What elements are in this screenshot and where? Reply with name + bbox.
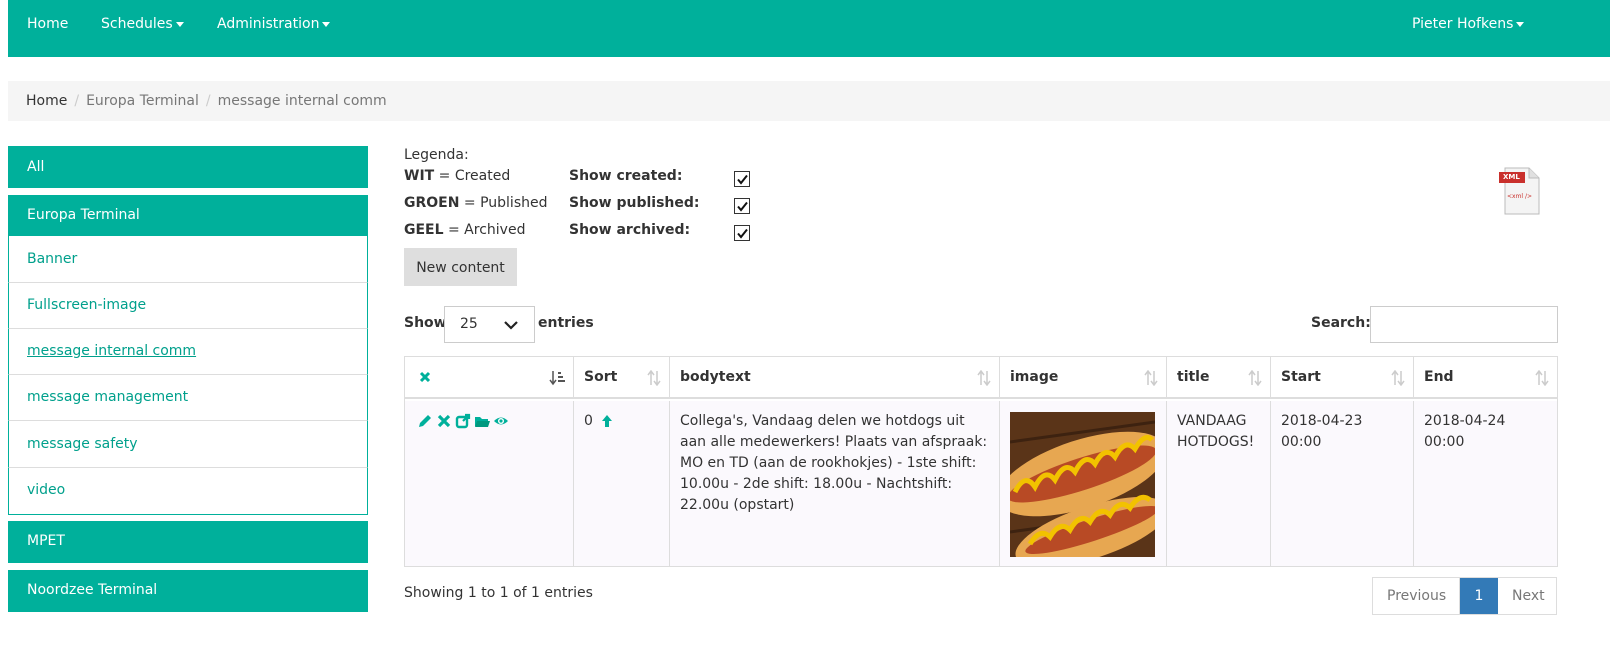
- sort-value: 0: [584, 413, 593, 429]
- preview-eye-icon[interactable]: [493, 413, 509, 429]
- legend-title: Legenda:: [404, 147, 469, 163]
- checkmark-icon: [737, 201, 748, 212]
- column-header-end-label: End: [1424, 369, 1454, 385]
- column-header-title[interactable]: title: [1167, 357, 1271, 399]
- sidebar-item-message-internal-comm[interactable]: message internal comm: [8, 329, 368, 375]
- show-published-checkbox[interactable]: [734, 198, 750, 214]
- table-row-image-cell: [1000, 401, 1167, 566]
- breadcrumb-terminal[interactable]: Europa Terminal: [86, 93, 199, 109]
- pagination-previous[interactable]: Previous: [1373, 578, 1460, 614]
- sidebar-group-mpet[interactable]: MPET: [8, 521, 368, 563]
- breadcrumb-separator: /: [74, 93, 80, 109]
- sidebar-group-all[interactable]: All: [8, 146, 368, 188]
- legend-groen: GROEN = Published: [404, 195, 548, 211]
- pagination-page-1[interactable]: 1: [1460, 578, 1498, 614]
- nav-administration-dropdown[interactable]: Administration: [217, 0, 331, 57]
- edit-icon[interactable]: [417, 413, 433, 429]
- sort-both-icon: [1248, 370, 1262, 386]
- legend-wit: WIT = Created: [404, 168, 510, 184]
- sidebar-group-noordzee-terminal[interactable]: Noordzee Terminal: [8, 570, 368, 612]
- table-row-bodytext: Collega's, Vandaag delen we hotdogs uit …: [670, 401, 1000, 566]
- checkmark-icon: [737, 174, 748, 185]
- search-label: Search:: [1311, 315, 1371, 331]
- xml-export-icon[interactable]: XML <xml />: [1497, 166, 1541, 216]
- show-published-label: Show published:: [569, 195, 700, 211]
- sort-both-icon: [1144, 370, 1158, 386]
- column-header-title-label: title: [1177, 369, 1210, 385]
- hotdog-image: [1010, 412, 1155, 557]
- pagination: Previous 1 Next: [1372, 577, 1557, 615]
- breadcrumb-separator: /: [205, 93, 211, 109]
- legend-geel-key: GEEL: [404, 222, 444, 238]
- show-archived-checkbox[interactable]: [734, 225, 750, 241]
- nav-home[interactable]: Home: [27, 0, 68, 57]
- caret-down-icon: [1516, 21, 1525, 27]
- breadcrumb: Home / Europa Terminal / message internal co…: [8, 81, 1610, 121]
- table-row-start: 2018-04-23 00:00: [1271, 401, 1414, 566]
- legend-wit-key: WIT: [404, 168, 435, 184]
- column-header-actions[interactable]: [405, 357, 574, 399]
- length-entries-label: entries: [538, 315, 594, 331]
- column-header-sort-label: Sort: [584, 369, 618, 385]
- nav-administration-label: Administration: [217, 16, 320, 32]
- sort-both-icon: [647, 370, 661, 386]
- xml-tag-label: <xml />: [1507, 193, 1533, 200]
- folder-icon[interactable]: [474, 413, 490, 429]
- legend-groen-key: GROEN: [404, 195, 460, 211]
- column-header-bodytext-label: bodytext: [680, 369, 751, 385]
- column-header-image[interactable]: image: [1000, 357, 1167, 399]
- column-header-image-label: image: [1010, 369, 1059, 385]
- caret-down-icon: [175, 21, 184, 27]
- column-header-start[interactable]: Start: [1271, 357, 1414, 399]
- search-input[interactable]: [1370, 306, 1558, 343]
- sidebar-item-fullscreen-image[interactable]: Fullscreen-image: [8, 283, 368, 329]
- sort-both-icon: [1535, 370, 1549, 386]
- sidebar-item-message-safety[interactable]: message safety: [8, 421, 368, 468]
- nav-schedules-dropdown[interactable]: Schedules: [101, 0, 184, 57]
- chevron-down-icon: [504, 321, 518, 330]
- user-menu-dropdown[interactable]: Pieter Hofkens: [1412, 0, 1525, 57]
- pagination-next[interactable]: Next: [1498, 578, 1556, 614]
- breadcrumb-current: message internal comm: [217, 93, 387, 109]
- entries-per-page-value: 25: [460, 316, 478, 332]
- xml-label: XML: [1503, 173, 1520, 181]
- legend-wit-value: = Created: [438, 168, 511, 184]
- column-header-bodytext[interactable]: bodytext: [670, 357, 1000, 399]
- table-row-actions: [405, 401, 574, 566]
- checkmark-icon: [737, 228, 748, 239]
- table-info: Showing 1 to 1 of 1 entries: [404, 585, 593, 601]
- top-navbar: Home Schedules Administration Pieter Hof…: [8, 0, 1610, 57]
- sidebar-group-europa-terminal[interactable]: Europa Terminal: [8, 195, 368, 236]
- show-archived-label: Show archived:: [569, 222, 691, 238]
- sidebar-item-message-management[interactable]: message management: [8, 375, 368, 421]
- arrow-up-icon[interactable]: [601, 414, 613, 428]
- sidebar-item-video[interactable]: video: [8, 468, 368, 515]
- table-row-end: 2018-04-24 00:00: [1414, 401, 1557, 566]
- column-header-sort[interactable]: Sort: [574, 357, 670, 399]
- sort-ascending-icon: [549, 371, 565, 386]
- legend-geel: GEEL = Archived: [404, 222, 525, 238]
- breadcrumb-home[interactable]: Home: [26, 93, 67, 109]
- close-icon: [419, 371, 431, 383]
- show-created-checkbox[interactable]: [734, 171, 750, 187]
- delete-icon[interactable]: [436, 413, 452, 429]
- column-header-start-label: Start: [1281, 369, 1321, 385]
- length-show-label: Show: [404, 315, 447, 331]
- sidebar-item-banner[interactable]: Banner: [8, 236, 368, 283]
- show-created-label: Show created:: [569, 168, 683, 184]
- caret-down-icon: [322, 21, 331, 27]
- legend-groen-value: = Published: [463, 195, 548, 211]
- user-name: Pieter Hofkens: [1412, 16, 1514, 32]
- sort-both-icon: [1391, 370, 1405, 386]
- table-row-sort: 0: [574, 401, 670, 566]
- content-table: Sort bodytext image title Start End 0 Co…: [404, 356, 1558, 567]
- new-content-button[interactable]: New content: [404, 248, 517, 286]
- sort-both-icon: [977, 370, 991, 386]
- column-header-end[interactable]: End: [1414, 357, 1557, 399]
- nav-schedules-label: Schedules: [101, 16, 173, 32]
- table-row-title: VANDAAG HOTDOGS!: [1167, 401, 1271, 566]
- open-external-icon[interactable]: [455, 413, 471, 429]
- entries-per-page-select[interactable]: 25: [444, 306, 535, 343]
- legend-geel-value: = Archived: [448, 222, 526, 238]
